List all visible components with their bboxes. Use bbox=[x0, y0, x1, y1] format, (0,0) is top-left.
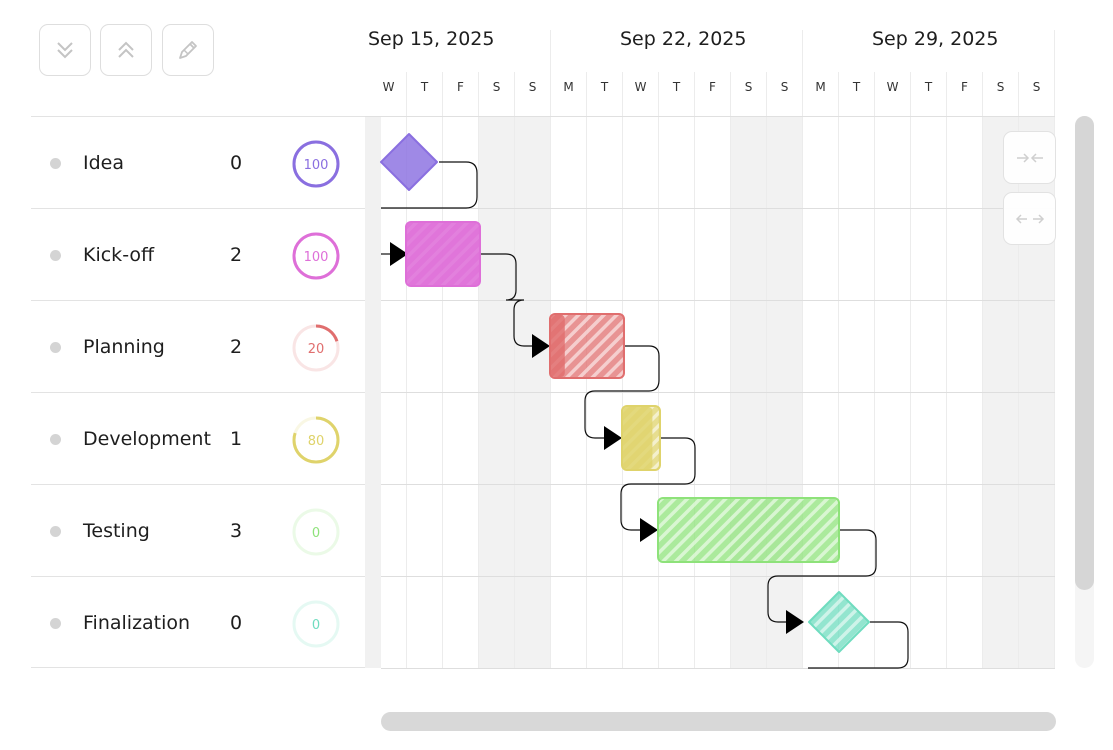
task-progress-fill bbox=[407, 223, 480, 285]
expand-horizontal-button[interactable] bbox=[1003, 192, 1056, 245]
expand-horizontal-icon bbox=[1015, 213, 1044, 224]
gantt-chart bbox=[365, 30, 1055, 669]
milestone-diamond bbox=[808, 591, 870, 653]
milestone-diamond bbox=[380, 133, 438, 191]
task-progress-fill bbox=[623, 407, 653, 469]
task-progress-fill bbox=[551, 315, 565, 377]
vertical-scroll-thumb[interactable] bbox=[1075, 116, 1094, 590]
dependency-arrowhead bbox=[604, 426, 622, 450]
horizontal-scrollbar[interactable] bbox=[381, 712, 1056, 731]
dependency-arrowhead bbox=[640, 518, 658, 542]
task-bar bbox=[657, 497, 840, 563]
collapse-horizontal-icon bbox=[1016, 152, 1043, 163]
collapse-horizontal-button[interactable] bbox=[1003, 131, 1056, 184]
vertical-scrollbar[interactable] bbox=[1075, 116, 1094, 668]
